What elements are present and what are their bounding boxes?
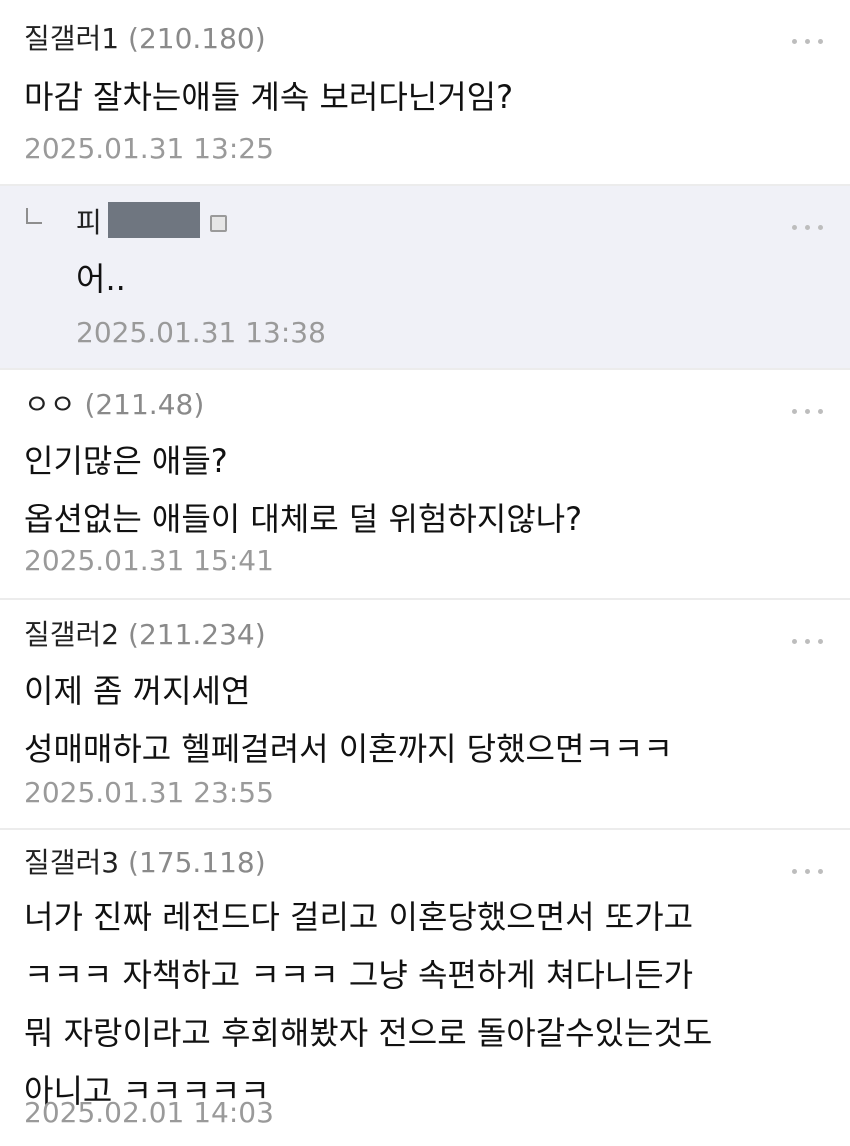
redacted-nickname bbox=[107, 202, 200, 238]
comment-text: 마감 잘차는애들 계속 보러다닌거임? bbox=[24, 68, 513, 126]
comment-item: 질갤러3 (175.118) 너가 진짜 레전드다 걸리고 이혼당했으면서 또가… bbox=[0, 830, 850, 1146]
comment-date: 2025.01.31 13:38 bbox=[76, 316, 326, 349]
reply-arrow-icon bbox=[26, 208, 42, 224]
comment-author: 질갤러1 (210.180) bbox=[24, 22, 266, 56]
comment-line: 마감 잘차는애들 계속 보러다닌거임? bbox=[24, 78, 514, 116]
comment-line: 어.. bbox=[76, 260, 126, 298]
more-options-icon[interactable] bbox=[790, 222, 826, 232]
author-nickname[interactable]: 피 bbox=[76, 206, 102, 239]
more-options-icon[interactable] bbox=[790, 36, 826, 46]
comment-text: 이제 좀 꺼지세연 성매매하고 헬페걸려서 이혼까지 당했으면ㅋㅋㅋ bbox=[24, 662, 673, 778]
comment-line: 너가 진짜 레전드다 걸리고 이혼당했으면서 또가고 bbox=[24, 898, 694, 936]
comment-line: 뭐 자랑이라고 후회해봤자 전으로 돌아갈수있는것도 bbox=[24, 1014, 713, 1052]
comment-line: 이제 좀 꺼지세연 bbox=[24, 672, 251, 710]
comment-line: 옵션없는 애들이 대체로 덜 위험하지않나? bbox=[24, 500, 583, 538]
author-ip: (211.234) bbox=[128, 618, 266, 651]
more-options-icon[interactable] bbox=[790, 636, 826, 646]
comment-text: 너가 진짜 레전드다 걸리고 이혼당했으면서 또가고 ㅋㅋㅋ 자책하고 ㅋㅋㅋ … bbox=[24, 888, 712, 1120]
comment-author: 피 bbox=[76, 202, 227, 240]
author-ip: (211.48) bbox=[84, 388, 205, 421]
author-nickname[interactable]: 질갤러2 bbox=[24, 618, 119, 651]
reply-item: 피 어.. 2025.01.31 13:38 bbox=[0, 186, 850, 370]
comment-date: 2025.02.01 14:03 bbox=[24, 1096, 274, 1129]
comment-date: 2025.01.31 13:25 bbox=[24, 132, 274, 165]
author-ip: (175.118) bbox=[128, 846, 266, 879]
comment-author: ㅇㅇ (211.48) bbox=[24, 388, 204, 422]
comment-author: 질갤러3 (175.118) bbox=[24, 846, 266, 880]
more-options-icon[interactable] bbox=[790, 406, 826, 416]
comment-date: 2025.01.31 23:55 bbox=[24, 776, 274, 809]
comment-line: 성매매하고 헬페걸려서 이혼까지 당했으면ㅋㅋㅋ bbox=[24, 730, 673, 768]
author-nickname[interactable]: 질갤러3 bbox=[24, 846, 119, 879]
user-badge-icon bbox=[209, 215, 227, 232]
author-ip: (210.180) bbox=[128, 22, 266, 55]
author-nickname[interactable]: 질갤러1 bbox=[24, 22, 119, 55]
more-options-icon[interactable] bbox=[790, 866, 826, 876]
comment-item: ㅇㅇ (211.48) 인기많은 애들? 옵션없는 애들이 대체로 덜 위험하지… bbox=[0, 370, 850, 600]
comment-line: 인기많은 애들? bbox=[24, 442, 228, 480]
author-nickname[interactable]: ㅇㅇ bbox=[24, 388, 76, 421]
comment-text: 인기많은 애들? 옵션없는 애들이 대체로 덜 위험하지않나? bbox=[24, 432, 582, 548]
comment-line: ㅋㅋㅋ 자책하고 ㅋㅋㅋ 그냥 속편하게 쳐다니든가 bbox=[24, 956, 694, 994]
comment-item: 질갤러2 (211.234) 이제 좀 꺼지세연 성매매하고 헬페걸려서 이혼까… bbox=[0, 600, 850, 830]
comment-date: 2025.01.31 15:41 bbox=[24, 544, 274, 577]
comment-author: 질갤러2 (211.234) bbox=[24, 618, 266, 652]
comment-text: 어.. bbox=[76, 250, 126, 308]
comment-item: 질갤러1 (210.180) 마감 잘차는애들 계속 보러다닌거임? 2025.… bbox=[0, 0, 850, 186]
